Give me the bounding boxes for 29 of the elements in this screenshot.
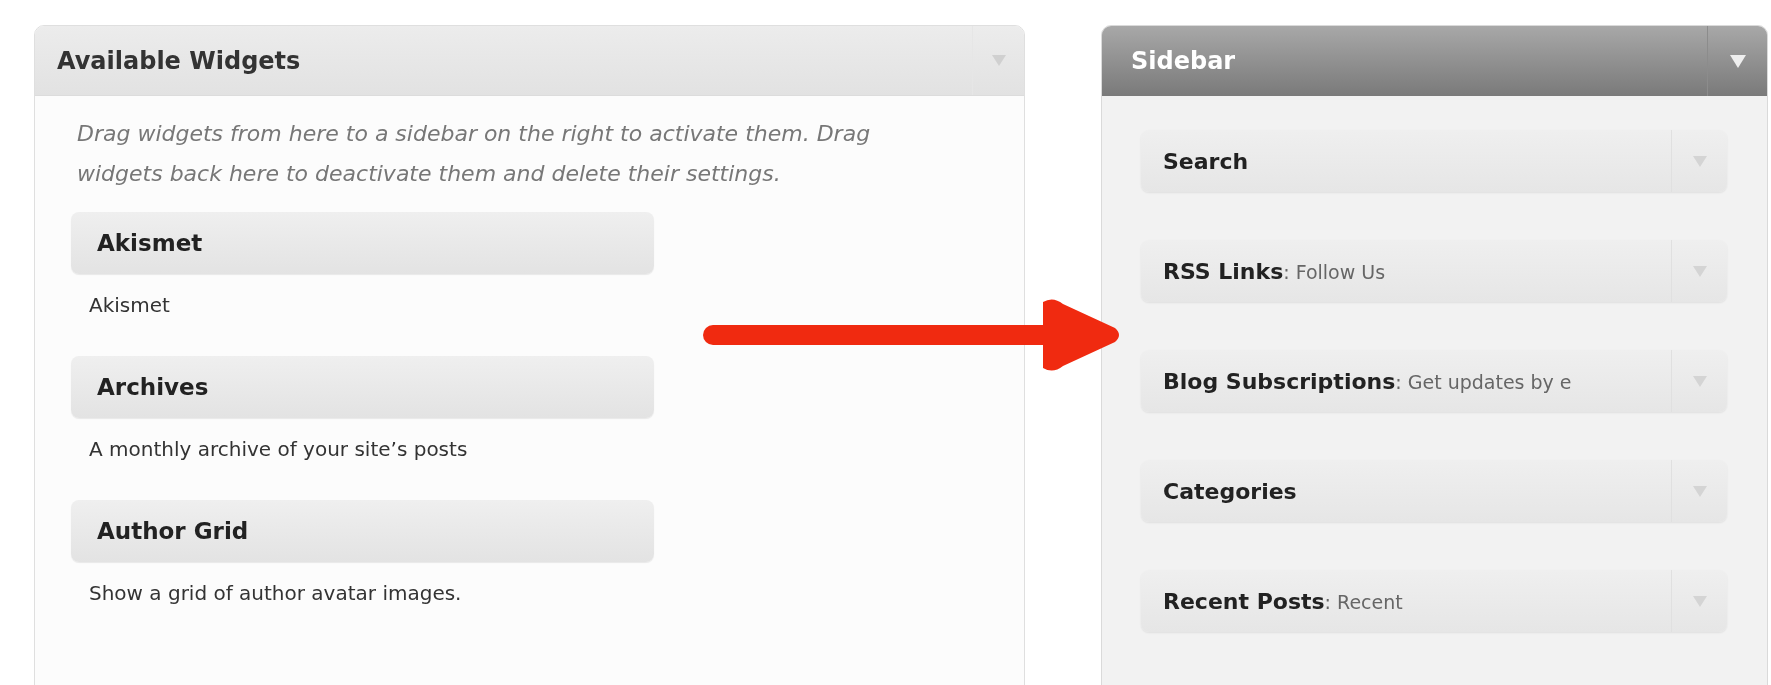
sidebar-widget[interactable]: Categories <box>1141 460 1727 522</box>
triangle-icon <box>1729 54 1746 68</box>
widget-title: Search <box>1163 147 1249 176</box>
widget-title: Categories <box>1163 477 1297 506</box>
triangle-icon <box>991 55 1006 66</box>
triangle-icon <box>1692 485 1707 497</box>
triangle-icon <box>1692 155 1707 167</box>
widget-title: Recent Posts <box>1163 587 1325 616</box>
sidebar-widget[interactable]: RSS Links: Follow Us <box>1141 240 1727 302</box>
widget-description: Akismet <box>88 292 170 319</box>
widget-title[interactable]: Author Grid <box>71 500 654 562</box>
widget-title: Blog Subscriptions <box>1163 367 1396 396</box>
widget-description: Show a grid of author avatar images. <box>88 580 462 607</box>
panel-description: Drag widgets from here to a sidebar on the right to activate them. Drag widgets back here to deactivate them and delete their settings. <box>76 120 872 188</box>
widget-subtitle: : Get updates by e <box>1395 369 1572 395</box>
triangle-icon <box>1692 595 1707 607</box>
sidebar-widget[interactable]: Recent Posts: Recent <box>1141 570 1727 632</box>
sidebar-widget[interactable]: Search <box>1141 130 1727 192</box>
panel-title: Available Widgets <box>56 45 302 77</box>
widget-title[interactable]: Akismet <box>71 212 654 274</box>
panel-title: Sidebar <box>1130 46 1237 77</box>
triangle-icon <box>1692 265 1707 277</box>
widget-title: RSS Links <box>1163 257 1284 286</box>
widget-subtitle: : Recent <box>1324 589 1403 615</box>
widget-title[interactable]: Archives <box>71 356 654 418</box>
triangle-icon <box>1692 375 1707 387</box>
widget-description: A monthly archive of your site’s posts <box>88 436 468 463</box>
widget-subtitle: : Follow Us <box>1283 259 1386 285</box>
sidebar-widget[interactable]: Blog Subscriptions: Get updates by e <box>1141 350 1727 412</box>
